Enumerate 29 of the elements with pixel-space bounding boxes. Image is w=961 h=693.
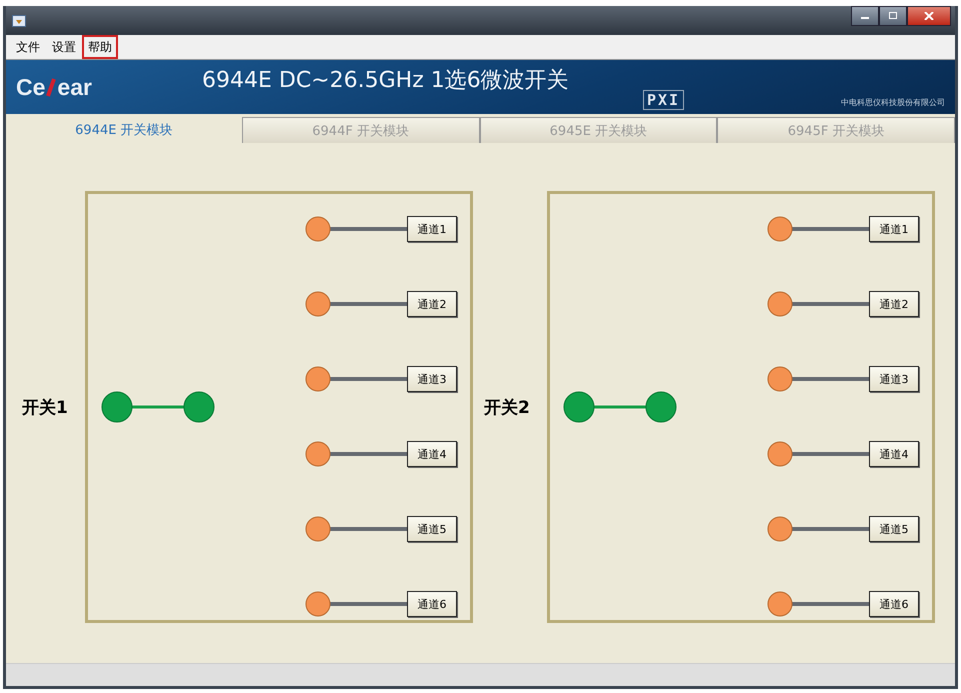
maximize-button[interactable] bbox=[879, 6, 907, 26]
channel-button[interactable]: 通道3 bbox=[869, 366, 919, 392]
menu-item[interactable]: 文件 bbox=[10, 35, 46, 59]
channel-button[interactable]: 通道3 bbox=[407, 366, 457, 392]
channel-button[interactable]: 通道2 bbox=[869, 291, 919, 317]
channel-button[interactable]: 通道4 bbox=[869, 441, 919, 467]
company-name: 中电科思仪科技股份有限公司 bbox=[841, 97, 945, 108]
menu-item[interactable]: 帮助 bbox=[82, 35, 118, 59]
switch-label: 开关1 bbox=[22, 396, 69, 418]
slash-icon bbox=[45, 77, 58, 97]
maximize-icon bbox=[888, 12, 898, 20]
channel-button[interactable]: 通道6 bbox=[407, 591, 457, 617]
channel-button[interactable]: 通道5 bbox=[407, 516, 457, 542]
app-icon bbox=[12, 14, 26, 26]
channel-button[interactable]: 通道4 bbox=[407, 441, 457, 467]
close-button[interactable] bbox=[907, 6, 951, 26]
close-icon bbox=[924, 12, 934, 20]
logo-text: ear bbox=[57, 74, 92, 100]
menu-item[interactable]: 设置 bbox=[46, 35, 82, 59]
logo-text: Ce bbox=[16, 74, 46, 100]
channel-button[interactable]: 通道1 bbox=[407, 216, 457, 242]
banner-title: 6944E DC~26.5GHz 1选6微波开关 bbox=[202, 67, 569, 95]
channel-button[interactable]: 通道2 bbox=[407, 291, 457, 317]
channel-button[interactable]: 通道6 bbox=[869, 591, 919, 617]
channel-button[interactable]: 通道5 bbox=[869, 516, 919, 542]
switch-label: 开关2 bbox=[484, 396, 531, 418]
minimize-button[interactable] bbox=[851, 6, 879, 26]
pxi-logo: PXI bbox=[643, 90, 684, 110]
channel-button[interactable]: 通道1 bbox=[869, 216, 919, 242]
